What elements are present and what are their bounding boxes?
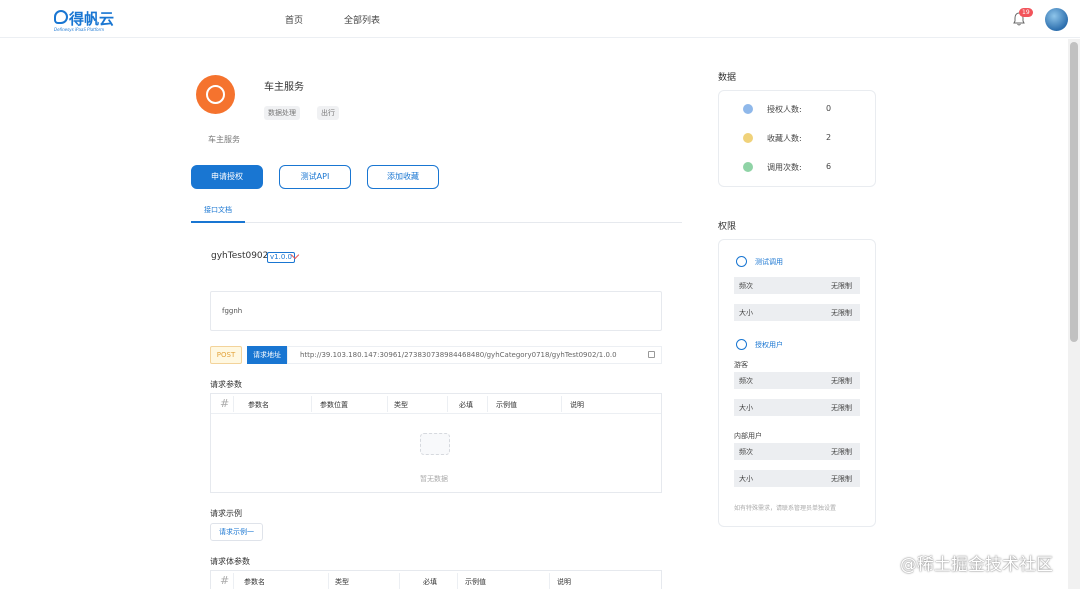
scrollbar-thumb[interactable] (1070, 42, 1078, 342)
stat-label-authorized: 授权人数: (767, 105, 802, 114)
steering-wheel-icon (206, 85, 225, 104)
method-badge: POST (210, 346, 242, 364)
call-icon (743, 162, 753, 172)
perm-freq-label: 频次 (739, 377, 753, 385)
column-example: 示例值 (465, 578, 486, 586)
perm-size-value: 无限制 (831, 404, 852, 412)
logo-mark-icon (54, 10, 68, 24)
api-name: gyhTest0902 (211, 251, 269, 261)
request-address[interactable]: http://39.103.180.147:30961/273830738984… (300, 351, 617, 359)
logo-subtitle: Definesys iPaaS Platform (54, 27, 105, 32)
request-body-table: # 参数名 类型 必填 示例值 说明 (210, 570, 662, 589)
perm-freq-value: 无限制 (831, 282, 852, 290)
column-type: 类型 (394, 401, 408, 409)
perm-freq-value: 无限制 (831, 448, 852, 456)
tag-travel: 出行 (317, 106, 339, 120)
users-icon (736, 339, 747, 350)
add-favorite-button[interactable]: 添加收藏 (367, 165, 439, 189)
auth-user-heading: 授权用户 (755, 341, 783, 349)
stats-title: 数据 (718, 73, 737, 83)
column-param-name: 参数名 (244, 578, 265, 586)
perm-size-value: 无限制 (831, 475, 852, 483)
empty-data-text: 暂无数据 (420, 475, 448, 483)
nav-all-list[interactable]: 全部列表 (344, 13, 380, 26)
gauge-icon (736, 256, 747, 267)
service-title: 车主服务 (264, 82, 304, 93)
column-description: 说明 (557, 578, 571, 586)
logo[interactable]: 得帆云 Definesys iPaaS Platform (54, 8, 124, 34)
top-header: 得帆云 Definesys iPaaS Platform 首页 全部列表 19 (0, 0, 1080, 38)
permissions-title: 权限 (718, 222, 737, 232)
stat-value-favorites: 2 (826, 133, 832, 142)
column-type: 类型 (335, 578, 349, 586)
column-hash: # (220, 574, 230, 587)
request-address-label: 请求地址 (247, 346, 287, 364)
request-body-title: 请求体参数 (210, 557, 250, 566)
request-example-button[interactable]: 请求示例一 (210, 523, 263, 541)
test-call-heading: 测试调用 (755, 258, 783, 266)
request-params-title: 请求参数 (210, 380, 242, 389)
copy-icon[interactable] (648, 351, 655, 358)
internal-user-label: 内部用户 (734, 432, 762, 440)
stat-value-authorized: 0 (826, 104, 832, 113)
stat-label-favorites: 收藏人数: (767, 134, 802, 143)
table-header: # 参数名 类型 必填 示例值 说明 (211, 571, 661, 589)
avatar[interactable] (1045, 8, 1068, 31)
nav-home[interactable]: 首页 (285, 13, 303, 26)
column-required: 必填 (459, 401, 473, 409)
column-example: 示例值 (496, 401, 517, 409)
stat-value-calls: 6 (826, 162, 832, 171)
column-hash: # (220, 397, 230, 410)
perm-size-label: 大小 (739, 475, 753, 483)
shield-icon (743, 104, 753, 114)
apply-authorization-button[interactable]: 申请授权 (191, 165, 263, 189)
tab-divider (191, 222, 682, 223)
logo-text: 得帆云 (69, 10, 115, 28)
tab-api-docs[interactable]: 接口文档 (191, 205, 245, 223)
column-required: 必填 (423, 578, 437, 586)
tag-data-processing: 数据处理 (264, 106, 300, 120)
column-param-name: 参数名 (248, 401, 269, 409)
request-example-title: 请求示例 (210, 509, 242, 518)
perm-size-value: 无限制 (831, 309, 852, 317)
empty-data-icon (420, 433, 450, 455)
guest-label: 游客 (734, 361, 748, 369)
notification-badge: 19 (1019, 8, 1033, 17)
perm-size-label: 大小 (739, 404, 753, 412)
table-header: # 参数名 参数位置 类型 必填 示例值 说明 (211, 394, 661, 414)
service-description: 车主服务 (208, 135, 240, 144)
perm-freq-label: 频次 (739, 282, 753, 290)
perm-freq-label: 频次 (739, 448, 753, 456)
api-description-box (210, 291, 662, 331)
column-description: 说明 (570, 401, 584, 409)
stat-label-calls: 调用次数: (767, 163, 802, 172)
permissions-note: 如有特殊需求，请联系管理员单独设置 (734, 505, 837, 512)
watermark: @稀土掘金技术社区 (900, 555, 1053, 575)
perm-freq-value: 无限制 (831, 377, 852, 385)
test-api-button[interactable]: 测试API (279, 165, 351, 189)
api-description: fggnh (222, 307, 243, 315)
column-param-position: 参数位置 (320, 401, 348, 409)
perm-size-label: 大小 (739, 309, 753, 317)
star-icon (743, 133, 753, 143)
